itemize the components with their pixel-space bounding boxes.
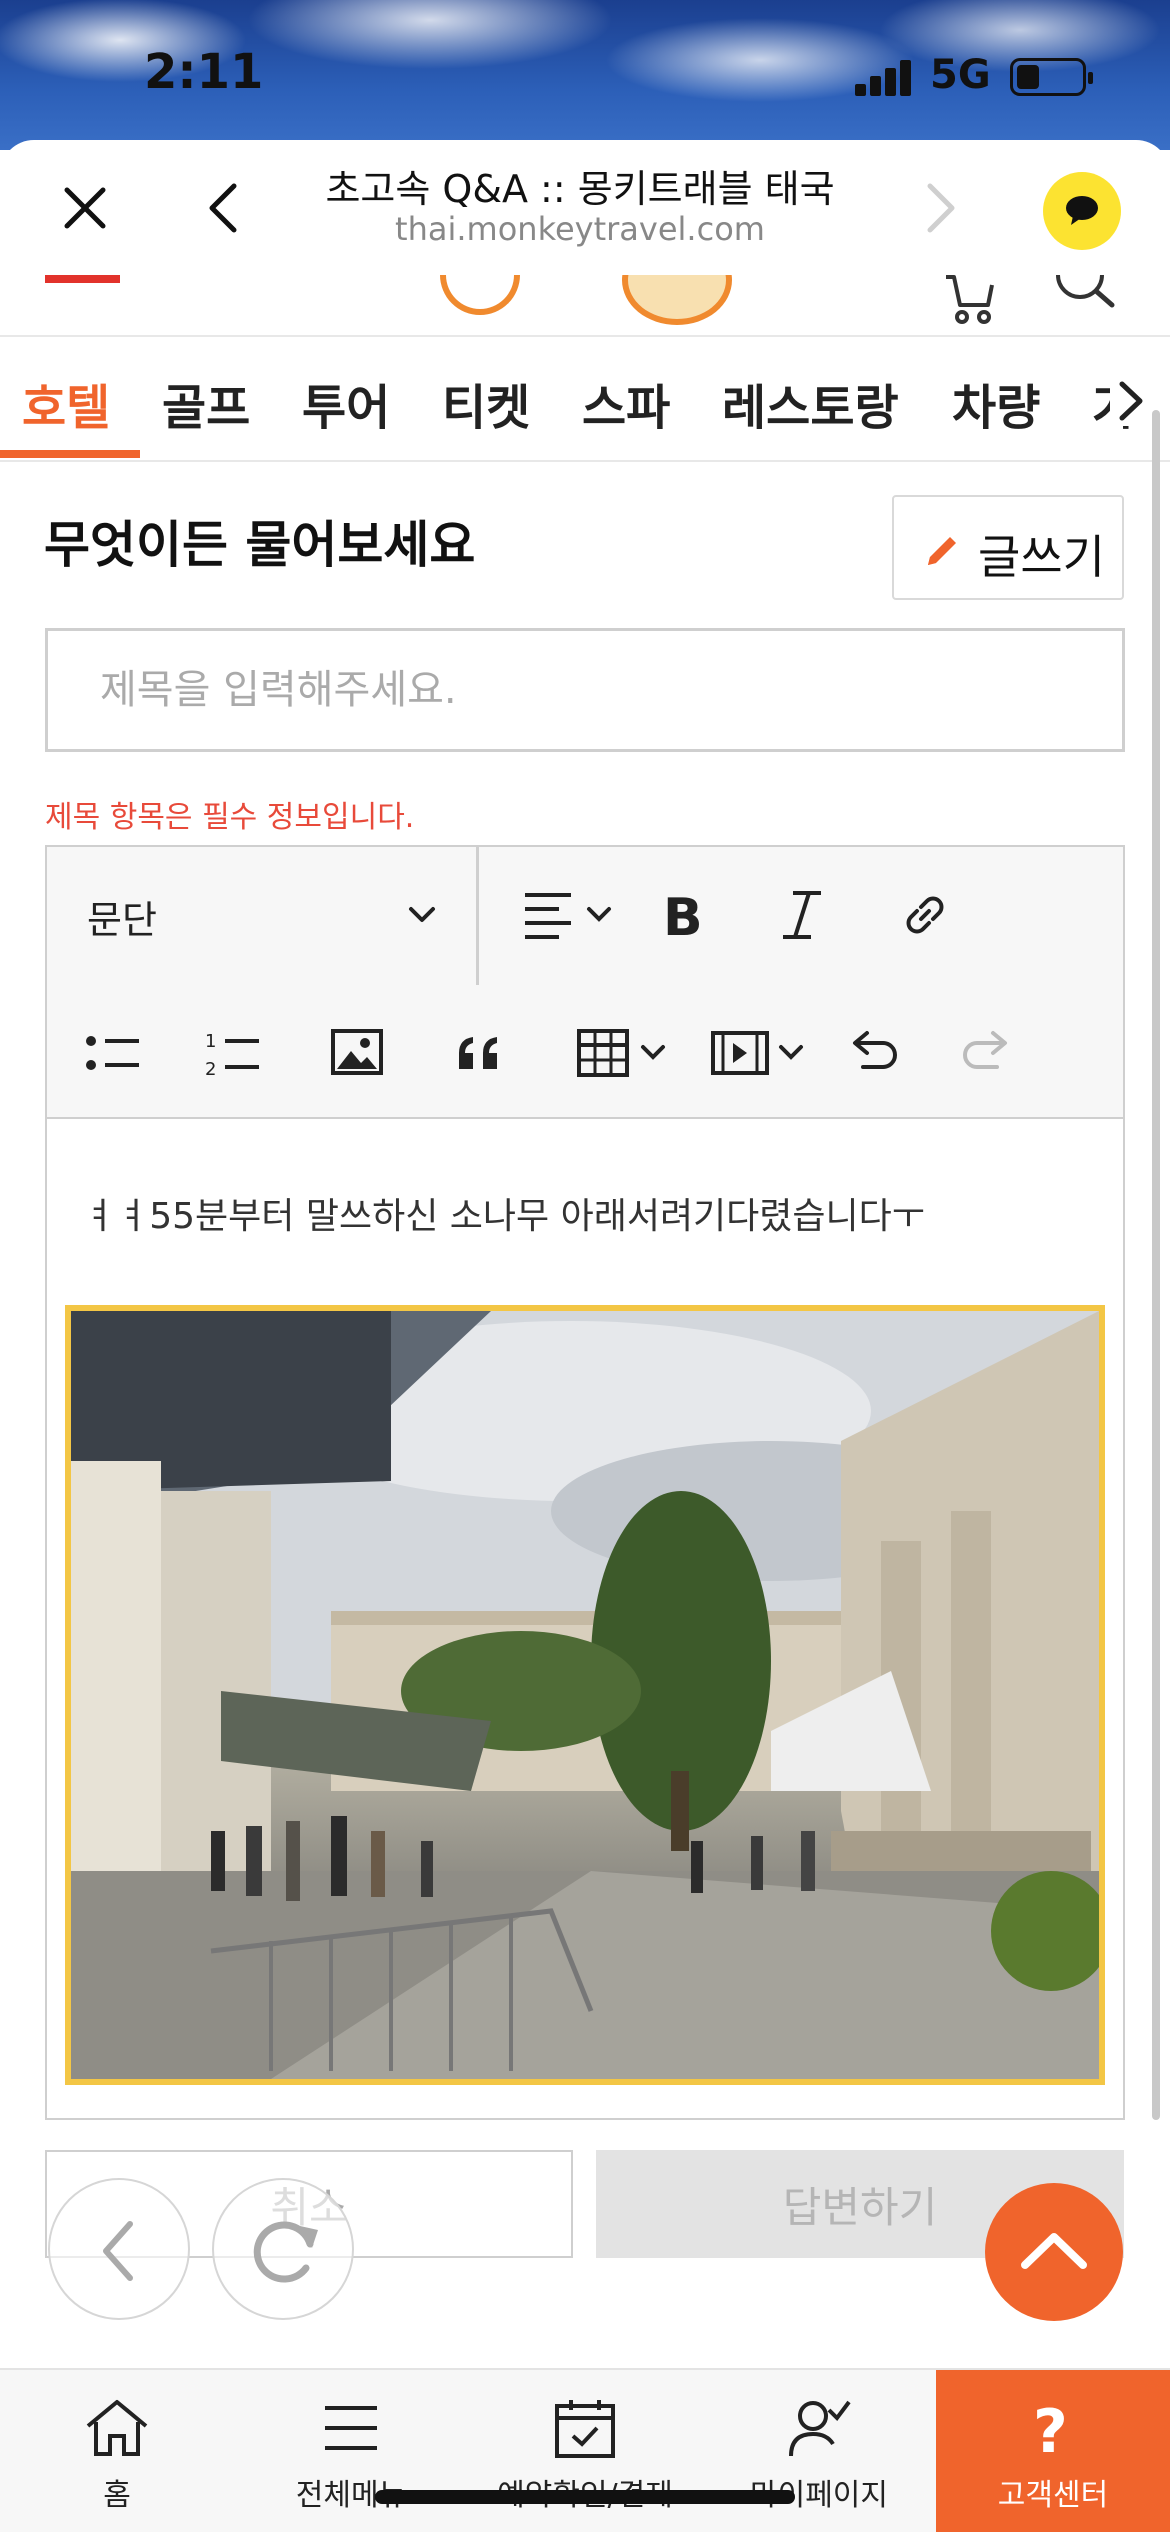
kakao-chat-button[interactable] bbox=[1043, 172, 1121, 250]
nav-home[interactable]: 홈 bbox=[0, 2370, 234, 2532]
italic-icon[interactable] bbox=[777, 887, 827, 943]
title-error-message: 제목 항목은 필수 정보입니다. bbox=[45, 800, 415, 835]
paragraph-select-value: 문단 bbox=[87, 898, 157, 942]
page-title: 초고속 Q&A :: 몽키트래블 태국 bbox=[325, 167, 835, 211]
browser-header: 초고속 Q&A :: 몽키트래블 태국 thai.monkeytravel.co… bbox=[0, 140, 1170, 275]
logo[interactable] bbox=[440, 275, 520, 315]
photo-scene bbox=[71, 1311, 1099, 2079]
media-dropdown-icon[interactable] bbox=[709, 1025, 809, 1081]
menu-icon bbox=[325, 2406, 377, 2450]
active-tab-indicator bbox=[0, 450, 140, 458]
status-bar: 2:11 5G bbox=[0, 0, 1170, 150]
cart-icon[interactable] bbox=[940, 275, 1000, 331]
chevron-up-icon bbox=[1021, 2233, 1087, 2269]
tabs-next-button[interactable] bbox=[1110, 376, 1150, 426]
chat-bubble-icon bbox=[1066, 196, 1098, 225]
site-header bbox=[0, 275, 1170, 337]
signal-icon bbox=[855, 60, 915, 96]
tab-tour[interactable]: 투어 bbox=[302, 368, 390, 438]
chevron-left-icon bbox=[209, 183, 237, 233]
svg-text:1: 1 bbox=[205, 1031, 216, 1052]
chevron-down-icon bbox=[409, 907, 435, 922]
tab-spa[interactable]: 스파 bbox=[582, 368, 670, 438]
bottom-navigation: 홈 전체메뉴 예약확인/결제 마이페이지 ? 고객센터 bbox=[0, 2368, 1170, 2532]
user-check-icon bbox=[789, 2400, 851, 2457]
tab-hotel[interactable]: 호텔 bbox=[22, 368, 110, 438]
pencil-icon bbox=[928, 537, 956, 565]
tab-golf[interactable]: 골프 bbox=[162, 368, 250, 438]
undo-icon[interactable] bbox=[843, 1025, 899, 1081]
chevron-left-icon bbox=[103, 2221, 133, 2281]
browser-forward-button[interactable] bbox=[910, 178, 970, 238]
nav-customer-center[interactable]: ? 고객센터 bbox=[936, 2370, 1170, 2532]
title-input[interactable] bbox=[45, 628, 1125, 752]
reload-icon bbox=[253, 2221, 318, 2283]
blockquote-icon[interactable] bbox=[453, 1025, 509, 1081]
chevron-right-icon bbox=[1119, 381, 1143, 421]
question-mark-icon: ? bbox=[1033, 2397, 1068, 2460]
search-icon[interactable] bbox=[1050, 275, 1120, 315]
svg-text:?: ? bbox=[1033, 2397, 1068, 2460]
page-url[interactable]: thai.monkeytravel.com bbox=[260, 210, 900, 248]
svg-text:B: B bbox=[663, 888, 703, 943]
floating-back-button[interactable] bbox=[48, 2178, 190, 2320]
paragraph-select[interactable]: 문단 bbox=[47, 847, 479, 985]
editor-toolbar: 문단 B 1 2 bbox=[47, 847, 1123, 1119]
align-dropdown-icon[interactable] bbox=[521, 887, 617, 943]
nav-mypage[interactable]: 마이페이지 bbox=[702, 2370, 936, 2532]
bulleted-list-icon[interactable] bbox=[83, 1025, 143, 1081]
table-dropdown-icon[interactable] bbox=[575, 1025, 675, 1081]
svg-text:2: 2 bbox=[205, 1059, 216, 1080]
attached-photo[interactable] bbox=[65, 1305, 1105, 2085]
write-button-label: 글쓰기 bbox=[978, 530, 1105, 584]
tab-ticket[interactable]: 티켓 bbox=[442, 368, 530, 438]
tab-restaurant[interactable]: 레스토랑 bbox=[722, 368, 899, 438]
floating-reload-button[interactable] bbox=[212, 2178, 354, 2320]
battery-icon bbox=[1010, 58, 1093, 96]
write-button[interactable]: 글쓰기 bbox=[892, 495, 1124, 600]
link-icon[interactable] bbox=[897, 887, 953, 943]
bold-icon[interactable]: B bbox=[659, 887, 709, 943]
chevron-right-icon bbox=[927, 183, 955, 233]
browser-back-button[interactable] bbox=[196, 178, 256, 238]
editor-content-text[interactable]: ㅕㅕ55분부터 말쓰하신 소나무 아래서려기다렸습니다ㅜ bbox=[83, 1187, 925, 1239]
nav-customer-center-label: 고객센터 bbox=[997, 2478, 1109, 2513]
rich-text-editor: 문단 B 1 2 ㅕㅕ55분부터 말쓰하신 소나무 아래서려기다렸습니다ㅜ bbox=[45, 845, 1125, 2120]
nav-all-menu[interactable]: 전체메뉴 bbox=[234, 2370, 468, 2532]
menu-marker[interactable] bbox=[45, 275, 120, 283]
network-type: 5G bbox=[930, 52, 991, 98]
status-time: 2:11 bbox=[144, 44, 264, 100]
tab-vehicle[interactable]: 차량 bbox=[952, 368, 1040, 438]
calendar-check-icon bbox=[555, 2400, 615, 2458]
home-icon bbox=[86, 2400, 148, 2456]
home-indicator bbox=[375, 2490, 795, 2504]
scroll-to-top-button[interactable] bbox=[985, 2183, 1123, 2321]
redo-icon[interactable] bbox=[961, 1025, 1017, 1081]
category-tabs: 호텔 골프 투어 티켓 스파 레스토랑 차량 가 bbox=[0, 340, 1170, 462]
scrollbar[interactable] bbox=[1152, 410, 1160, 2120]
nav-home-label: 홈 bbox=[103, 2478, 131, 2513]
numbered-list-icon[interactable]: 1 2 bbox=[203, 1025, 263, 1081]
close-icon bbox=[64, 187, 106, 229]
nav-booking[interactable]: 예약확인/결제 bbox=[468, 2370, 702, 2532]
logo-monkey-icon bbox=[622, 275, 732, 325]
close-button[interactable] bbox=[55, 178, 115, 238]
page-heading: 무엇이든 물어보세요 bbox=[44, 516, 476, 574]
image-icon[interactable] bbox=[329, 1025, 385, 1081]
